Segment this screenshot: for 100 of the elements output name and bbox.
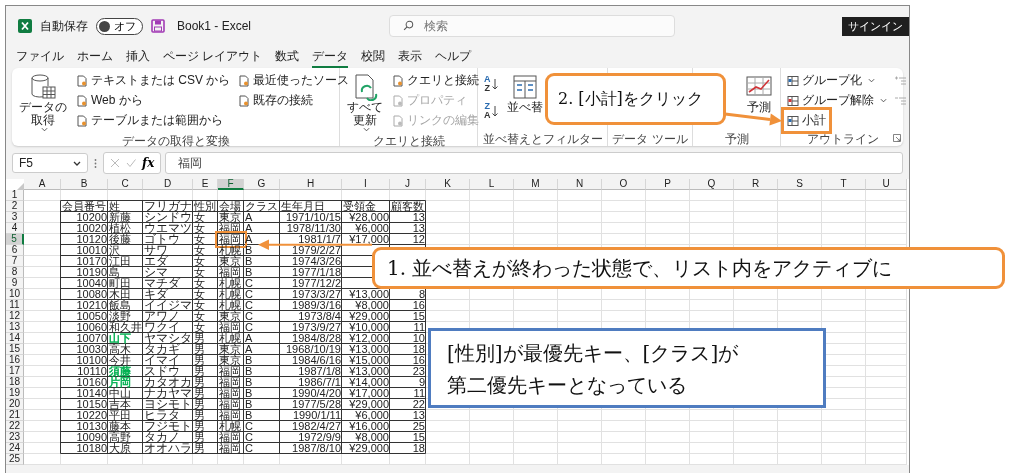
search-icon [403,20,415,31]
table-cell-text: 10090 [75,432,108,443]
table-cell-text: C [244,278,254,289]
ribbon-button[interactable]: クエリと接続 [390,71,481,90]
menu-tab[interactable]: 挿入 [126,46,150,68]
column-header[interactable]: E [193,179,218,190]
row-header[interactable]: 23 [6,432,24,443]
document-icon [238,94,251,107]
autosave-toggle[interactable]: オフ [96,17,143,35]
menu-tab[interactable]: ページ レイアウト [163,46,263,68]
row-header[interactable]: 12 [6,311,24,322]
insert-function-button[interactable]: fx [142,156,155,170]
row-header[interactable]: 17 [6,366,24,377]
cancel-icon[interactable] [110,158,120,168]
name-box[interactable]: F5 [12,153,88,173]
table-cell-text: ¥15,000 [348,355,390,366]
check-icon[interactable] [126,158,136,168]
row-header[interactable]: 24 [6,443,24,454]
row-header[interactable]: 14 [6,333,24,344]
ribbon-button[interactable]: データの 取得 [16,71,70,134]
table-cell-text: B [244,410,254,421]
menu-tab[interactable]: 数式 [275,46,300,68]
table-cell-text: 札幌 [218,421,242,432]
table-cell-text: C [244,311,254,322]
sign-in-button[interactable]: サインイン [842,16,909,36]
table-cell-text: ¥6,000 [355,410,390,421]
ribbon-button[interactable]: テーブルまたは範囲から [74,111,225,130]
row-header[interactable]: 16 [6,355,24,366]
ribbon-button[interactable]: グループ解除 [785,91,889,110]
column-header[interactable]: I [342,179,390,190]
column-header[interactable]: P [646,179,690,190]
search-field[interactable]: 検索 [389,15,676,37]
table-cell-text: B [244,355,254,366]
ribbon-button[interactable]: グループ化 [785,71,877,90]
row-header[interactable]: 8 [6,267,24,278]
menu-tab[interactable]: 表示 [398,46,423,68]
save-icon[interactable] [151,19,165,33]
ribbon-button[interactable]: Web から [74,91,145,110]
table-cell-text: ¥12,000 [348,333,390,344]
ribbon-button[interactable]: 最近使ったソース [236,71,352,90]
table-cell-text: 18 [411,344,426,355]
sort-button[interactable]: A Z [482,71,500,97]
row-header[interactable]: 2 [6,201,24,212]
column-header[interactable]: F [218,179,244,190]
column-header[interactable]: G [244,179,280,190]
column-header[interactable]: J [390,179,426,190]
ribbon-button[interactable]: 並べ替 [503,71,546,116]
column-header[interactable]: N [558,179,602,190]
menu-tab[interactable]: ファイル [16,46,64,68]
column-header[interactable]: H [280,179,342,190]
table-cell-text: C [244,289,254,300]
row-header[interactable]: 4 [6,223,24,234]
row-header[interactable]: 6 [6,245,24,256]
sort-button[interactable]: Z A [482,98,500,124]
row-header[interactable]: 13 [6,322,24,333]
table-cell-text: 10 [411,333,426,344]
row-header[interactable]: 9 [6,278,24,289]
row-header[interactable]: 1 [6,190,24,201]
table-cell-text: 1971/10/15 [284,212,342,223]
dialog-launcher-icon[interactable] [893,134,901,142]
row-header[interactable]: 21 [6,410,24,421]
table-cell-text: 東京 [218,256,242,267]
column-header[interactable]: K [426,179,470,190]
column-header[interactable]: C [108,179,143,190]
ribbon-button[interactable]: 予測 [742,71,776,116]
formula-field[interactable]: 福岡 [165,152,903,174]
menu-tab[interactable]: 校閲 [361,46,386,68]
column-header[interactable]: T [822,179,866,190]
row-header[interactable]: 15 [6,344,24,355]
row-header[interactable]: 7 [6,256,24,267]
ribbon-button[interactable]: 小計 [785,111,828,130]
column-header[interactable]: L [470,179,514,190]
column-header[interactable]: U [866,179,907,190]
column-header[interactable]: D [143,179,193,190]
row-header[interactable]: 22 [6,421,24,432]
row-header[interactable]: 10 [6,289,24,300]
column-header[interactable]: O [602,179,646,190]
row-header[interactable]: 19 [6,388,24,399]
row-header[interactable]: 11 [6,300,24,311]
menu-tab[interactable]: ホーム [77,46,113,68]
callout-box: 1. 並べ替えが終わった状態で、リスト内をアクティブに [372,247,1005,289]
table-cell-text: 東京 [218,212,242,223]
column-header[interactable]: R [734,179,778,190]
excel-logo-icon [18,19,32,33]
column-header[interactable]: B [61,179,108,190]
column-header[interactable]: A [24,179,61,190]
ribbon-button[interactable]: テキストまたは CSV から [74,71,233,90]
table-cell-text: 片岡 [108,377,132,388]
table-cell-text: 10050 [75,311,108,322]
table-cell-text: 女 [193,289,206,300]
row-header[interactable]: 20 [6,399,24,410]
column-header[interactable]: Q [690,179,734,190]
table-cell-text: 15 [411,311,426,322]
menu-tab[interactable]: ヘルプ [435,46,472,68]
row-header[interactable]: 3 [6,212,24,223]
row-header[interactable]: 18 [6,377,24,388]
column-header[interactable]: S [778,179,822,190]
ribbon-button[interactable]: 既存の接続 [236,91,316,110]
column-header[interactable]: M [514,179,558,190]
row-header[interactable]: 25 [6,454,24,465]
